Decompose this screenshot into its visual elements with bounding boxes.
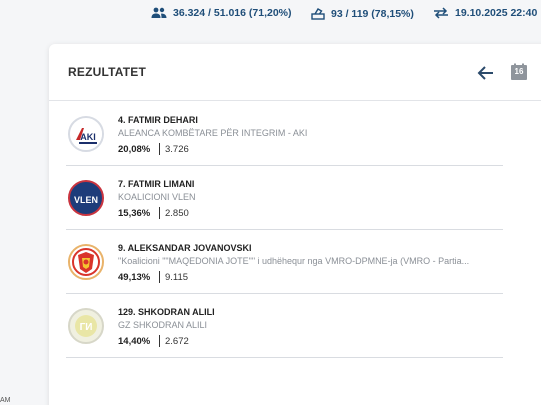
corner-text: AM [0, 397, 11, 404]
calendar-button[interactable]: 16 [510, 63, 528, 81]
vote-count: 2.850 [165, 208, 189, 219]
sync-arrows-icon [434, 7, 448, 19]
party-name: ALEANCA KOMBËTARE PËR INTEGRIM - AKI [118, 128, 308, 138]
candidate-name: 129. SHKODRAN ALILI [118, 307, 215, 317]
candidate-name: 7. FATMIR LIMANI [118, 179, 195, 189]
aki-logo: AKI [68, 116, 104, 152]
result-row[interactable]: 9. ALEKSANDAR JOVANOVSKI "Koalicioni ""M… [66, 230, 503, 294]
party-name: GZ SHKODRAN ALILI [118, 320, 208, 330]
stations-stat: 93 / 119 (78,15%) [311, 7, 414, 20]
separator [159, 143, 160, 155]
voters-stat: 36.324 / 51.016 (71,20%) [151, 7, 292, 19]
party-name: "Koalicioni ""MAQEDONIA JOTE"" i udhëheq… [118, 256, 470, 266]
candidate-name: 4. FATMIR DEHARI [118, 115, 198, 125]
candidate-name: 9. ALEKSANDAR JOVANOVSKI [118, 243, 252, 253]
gz-logo-text: ГИ [80, 322, 93, 333]
vote-percent: 14,40% [118, 336, 151, 347]
updated-text: 19.10.2025 22:40 [455, 7, 538, 19]
separator [159, 271, 160, 283]
back-button[interactable] [476, 63, 496, 83]
vote-count: 3.726 [165, 144, 189, 155]
vlen-logo: VLEN [68, 180, 104, 216]
ballot-box-icon [311, 8, 325, 20]
people-icon [151, 7, 167, 18]
separator [159, 207, 160, 219]
vote-percent: 20,08% [118, 144, 151, 155]
calendar-day: 16 [514, 67, 524, 76]
card-header: REZULTATET 16 [49, 44, 541, 101]
aki-logo-text: AKI [80, 132, 96, 142]
result-row[interactable]: ГИ 129. SHKODRAN ALILI GZ SHKODRAN ALILI… [66, 294, 503, 358]
stats-bar: 36.324 / 51.016 (71,20%) 93 / 119 (78,15… [0, 0, 541, 28]
vote-count: 2.672 [165, 336, 189, 347]
vote-percent: 49,13% [118, 272, 151, 283]
result-row[interactable]: VLEN 7. FATMIR LIMANI KOALICIONI VLEN 15… [66, 166, 503, 230]
updated-stat: 19.10.2025 22:40 [433, 7, 537, 19]
result-row[interactable]: AKI 4. FATMIR DEHARI ALEANCA KOMBËTARE P… [66, 102, 503, 166]
gz-logo: ГИ [68, 308, 104, 344]
card-title: REZULTATET [68, 65, 146, 79]
stations-text: 93 / 119 (78,15%) [331, 7, 414, 20]
party-name: KOALICIONI VLEN [118, 192, 196, 202]
separator [159, 335, 160, 347]
arrow-left-icon [477, 66, 493, 80]
vote-count: 9.115 [165, 272, 189, 283]
results-card: REZULTATET 16 AKI 4. FATMIR DEHARI ALEAN… [49, 44, 541, 405]
voters-text: 36.324 / 51.016 (71,20%) [173, 7, 292, 19]
vote-percent: 15,36% [118, 208, 151, 219]
vlen-logo-text: VLEN [74, 195, 98, 205]
vmro-logo [68, 244, 104, 280]
